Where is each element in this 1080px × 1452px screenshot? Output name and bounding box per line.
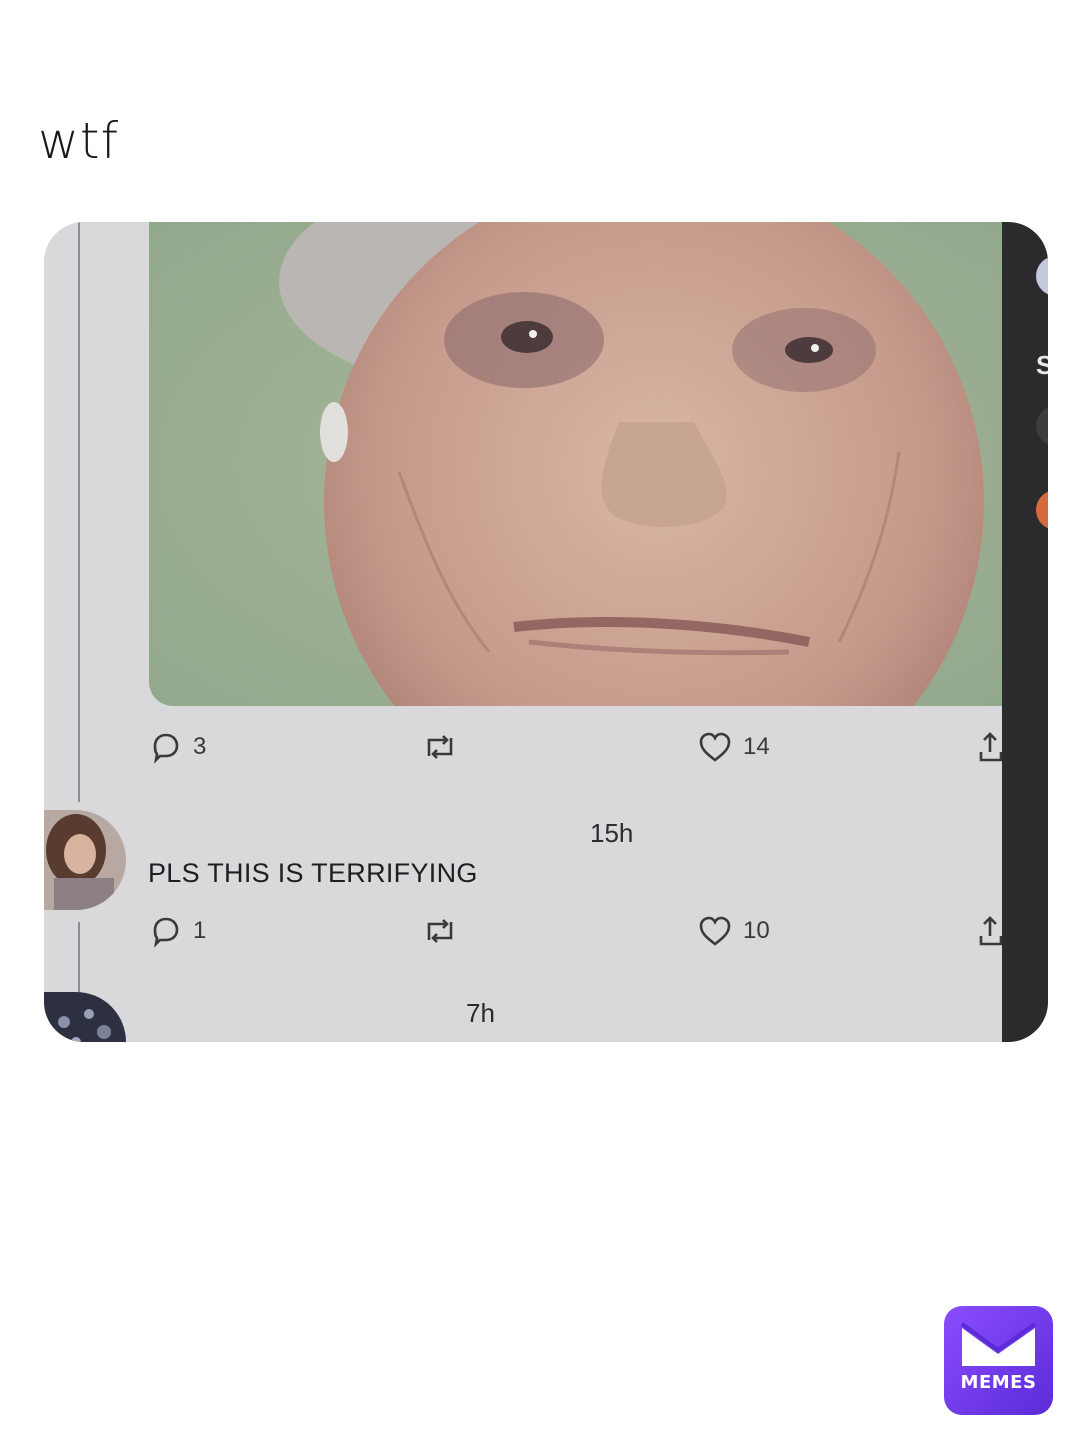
user-avatar-image — [44, 992, 126, 1042]
retweet-button[interactable] — [421, 914, 459, 948]
sidebar-letter: S — [1036, 350, 1048, 380]
retweet-button[interactable] — [421, 730, 459, 764]
like-count: 10 — [743, 917, 770, 944]
avatar[interactable] — [1036, 256, 1048, 296]
avatar[interactable] — [1036, 406, 1048, 446]
like-count: 14 — [743, 733, 770, 760]
reply-icon — [153, 917, 179, 948]
like-icon — [699, 916, 731, 946]
avatar[interactable] — [44, 810, 126, 910]
memes-app-logo[interactable]: MEMES — [944, 1306, 1053, 1415]
avatar[interactable] — [1036, 490, 1048, 530]
tweet-actions: 3 14 — [149, 730, 1003, 770]
like-icon — [699, 732, 731, 762]
reply-text: PLS THIS IS TERRIFYING — [148, 858, 478, 888]
reply-icon — [153, 733, 179, 764]
avatar[interactable] — [44, 992, 126, 1042]
user-avatar-image — [44, 810, 126, 910]
reply-count: 3 — [193, 733, 207, 760]
share-button[interactable] — [977, 730, 1003, 764]
mail-icon — [960, 1322, 1037, 1366]
tweet-screenshot: 3 14 15h PLS THIS IS TERRIFYING 1 10 7h — [44, 222, 1003, 1042]
dark-sidebar — [1002, 222, 1048, 1042]
thread-line — [78, 222, 80, 802]
reply-button[interactable]: 3 — [149, 730, 206, 764]
like-button[interactable]: 14 — [697, 730, 770, 764]
elderly-face-image — [149, 222, 1002, 706]
like-button[interactable]: 10 — [697, 914, 770, 948]
meme-image-card: 3 14 15h PLS THIS IS TERRIFYING 1 10 7h … — [44, 222, 1048, 1042]
retweet-icon — [427, 919, 453, 943]
tweet-photo — [149, 222, 1002, 706]
post-caption: wtf — [38, 112, 120, 170]
share-button[interactable] — [977, 914, 1003, 948]
reply-timestamp: 15h — [590, 818, 634, 848]
retweet-icon — [427, 735, 453, 759]
thread-line — [78, 922, 80, 992]
reply-timestamp: 7h — [466, 998, 495, 1028]
reply-button[interactable]: 1 — [149, 914, 206, 948]
reply-count: 1 — [193, 917, 207, 944]
logo-label: MEMES — [960, 1372, 1037, 1393]
share-icon — [979, 916, 1003, 946]
share-icon — [979, 732, 1003, 762]
reply-actions: 1 10 — [149, 914, 1003, 954]
